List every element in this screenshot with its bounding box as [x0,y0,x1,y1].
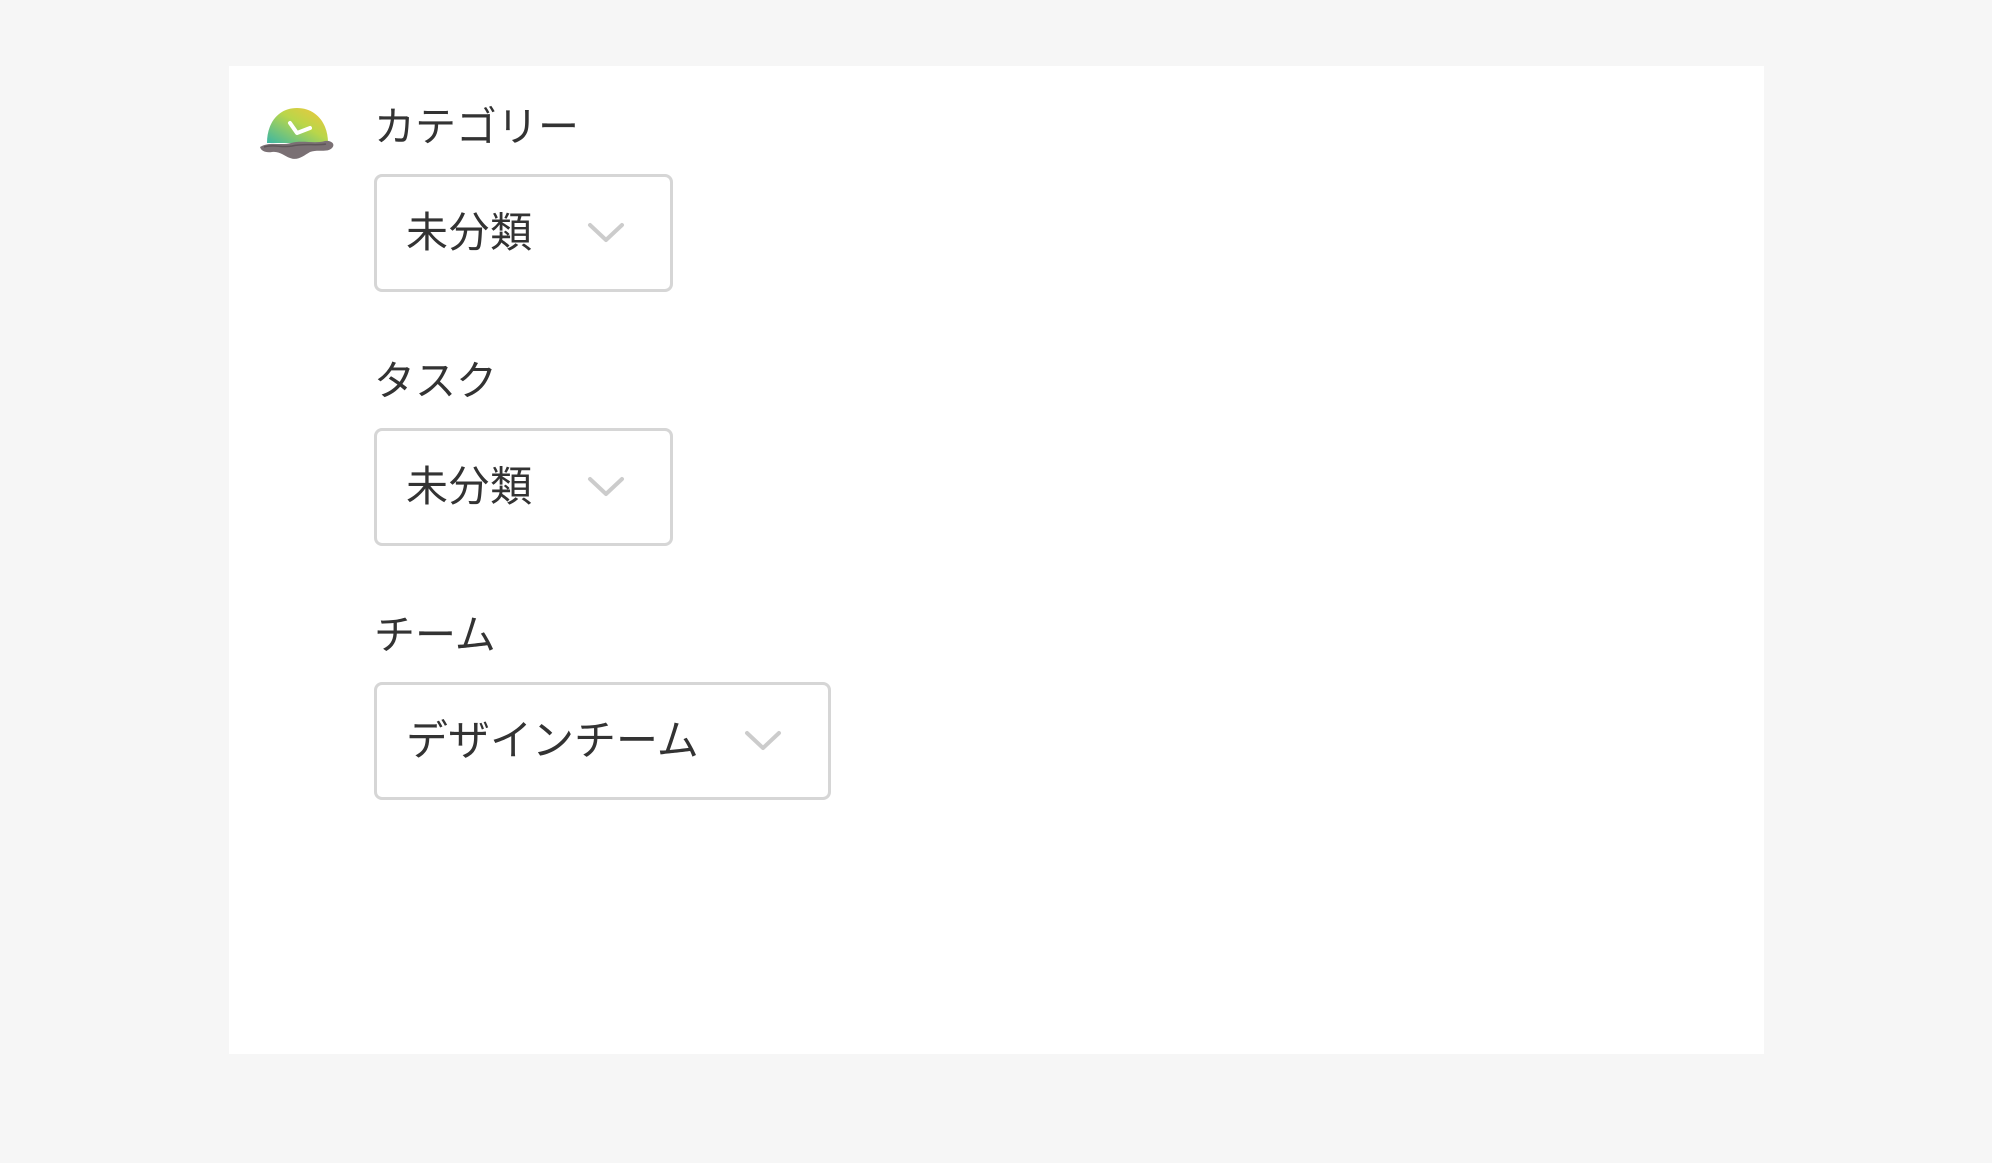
chevron-down-icon [588,477,624,496]
chevron-down-icon [588,223,624,242]
form-panel: カテゴリー 未分類 タスク 未分類 チーム デザインチーム [229,66,1764,1054]
task-select-value: 未分類 [406,462,533,511]
team-label: チーム [374,611,496,659]
clock-logo-icon [260,108,334,159]
category-label: カテゴリー [374,103,579,151]
team-select-value: デザインチーム [406,716,699,765]
task-select[interactable]: 未分類 [374,428,673,546]
task-label: タスク [374,357,497,405]
team-select[interactable]: デザインチーム [374,682,831,800]
category-select-value: 未分類 [406,208,533,257]
category-select[interactable]: 未分類 [374,174,673,292]
chevron-down-icon [745,731,781,750]
